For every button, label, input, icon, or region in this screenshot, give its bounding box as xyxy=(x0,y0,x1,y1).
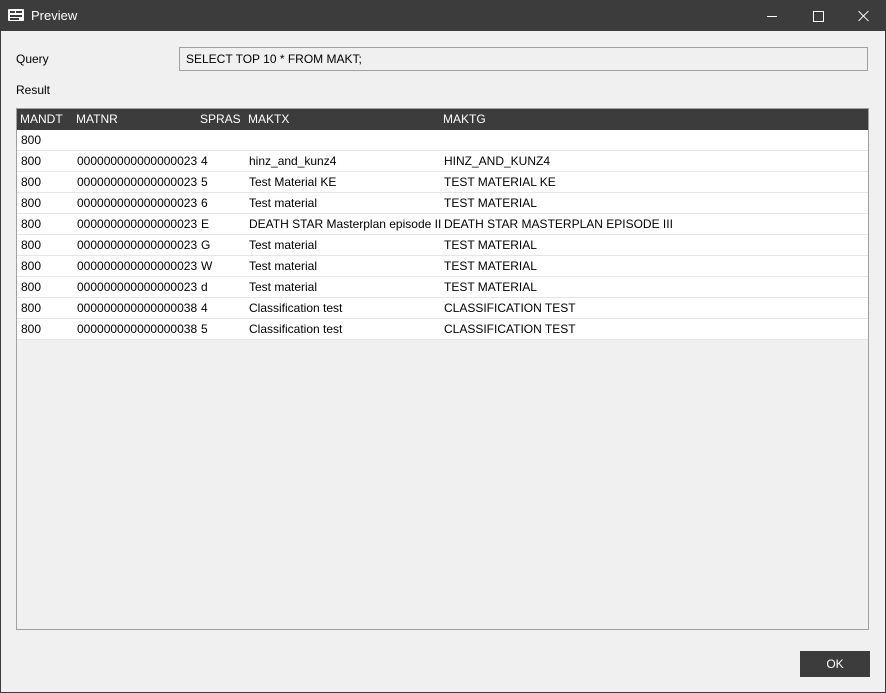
cell-matnr xyxy=(77,130,200,151)
table-row[interactable]: 800 000000000000000023 E DEATH STAR Masterp… xyxy=(17,214,868,235)
cell-mandt: 800 xyxy=(21,301,42,315)
cell-spras: 6 xyxy=(201,196,208,210)
cell-mandt: 800 xyxy=(21,322,42,336)
cell-maktg: DEATH STAR MASTERPLAN EPISODE III xyxy=(444,217,673,231)
cell-matnr: 000000000000000023 xyxy=(77,154,198,168)
cell-spras xyxy=(201,130,248,151)
cell-matnr: 000000000000000023 xyxy=(77,196,198,210)
cell-spras: 4 xyxy=(201,154,208,168)
minimize-button[interactable] xyxy=(749,1,795,31)
cell-spras: E xyxy=(201,217,210,231)
maximize-button[interactable] xyxy=(795,1,841,31)
close-icon xyxy=(858,10,870,22)
cell-matnr: 000000000000000038 xyxy=(77,322,198,336)
cell-matnr: 000000000000000023 xyxy=(77,238,198,252)
cell-matnr: 000000000000000023 xyxy=(77,217,198,231)
table-row[interactable]: 800 000000000000000023 G Test material TEST … xyxy=(17,235,868,256)
result-grid[interactable]: MANDT MATNR SPRAS MAKTX MAKTG 800 800 0000… xyxy=(16,108,869,630)
cell-maktx: Test Material KE xyxy=(249,175,337,189)
cell-maktx: Test material xyxy=(249,196,318,210)
table-row[interactable]: 800 000000000000000023 W Test material TEST … xyxy=(17,256,868,277)
cell-maktg: TEST MATERIAL xyxy=(444,280,537,294)
window-title: Preview xyxy=(31,8,78,23)
app-logo-icon xyxy=(8,9,24,21)
cell-maktg: TEST MATERIAL xyxy=(444,196,537,210)
column-header-mandt[interactable]: MANDT xyxy=(20,109,75,130)
cell-mandt: 800 xyxy=(21,238,42,252)
maximize-icon xyxy=(812,10,824,22)
close-button[interactable] xyxy=(841,1,886,31)
cell-maktg: CLASSIFICATION TEST xyxy=(444,322,576,336)
cell-maktx: Classification test xyxy=(249,322,343,336)
cell-mandt: 800 xyxy=(21,133,42,147)
column-header-spras[interactable]: SPRAS xyxy=(200,109,247,130)
table-row[interactable]: 800 000000000000000038 5 Classification tes… xyxy=(17,319,868,340)
cell-maktx: hinz_and_kunz4 xyxy=(249,154,337,168)
column-header-matnr[interactable]: MATNR xyxy=(76,109,199,130)
cell-matnr: 000000000000000023 xyxy=(77,175,198,189)
cell-maktx: Test material xyxy=(249,259,318,273)
cell-mandt: 800 xyxy=(21,217,42,231)
cell-mandt: 800 xyxy=(21,196,42,210)
ok-button[interactable]: OK xyxy=(800,651,870,677)
table-row[interactable]: 800 000000000000000023 5 Test Material KE TE… xyxy=(17,172,868,193)
table-row[interactable]: 800 000000000000000038 4 Classification tes… xyxy=(17,298,868,319)
cell-maktx: Test material xyxy=(249,280,318,294)
minimize-icon xyxy=(767,15,777,17)
grid-header: MANDT MATNR SPRAS MAKTX MAKTG xyxy=(17,109,868,130)
query-label: Query xyxy=(16,52,49,66)
cell-maktx: DEATH STAR Masterplan episode III xyxy=(249,217,442,231)
cell-spras: d xyxy=(201,280,208,294)
cell-maktx xyxy=(249,130,442,151)
cell-matnr: 000000000000000023 xyxy=(77,259,198,273)
cell-mandt: 800 xyxy=(21,259,42,273)
cell-mandt: 800 xyxy=(21,175,42,189)
cell-maktg xyxy=(444,130,844,151)
cell-mandt: 800 xyxy=(21,154,42,168)
cell-maktg: CLASSIFICATION TEST xyxy=(444,301,576,315)
cell-spras: 4 xyxy=(201,301,208,315)
cell-maktg: TEST MATERIAL xyxy=(444,259,537,273)
cell-maktx: Classification test xyxy=(249,301,343,315)
query-input[interactable]: SELECT TOP 10 * FROM MAKT; xyxy=(179,47,868,71)
cell-spras: W xyxy=(201,259,213,273)
cell-spras: 5 xyxy=(201,322,208,336)
title-bar[interactable]: Preview xyxy=(1,1,885,31)
cell-mandt: 800 xyxy=(21,280,42,294)
cell-maktg: TEST MATERIAL KE xyxy=(444,175,556,189)
column-header-maktg[interactable]: MAKTG xyxy=(443,109,843,130)
cell-matnr: 000000000000000038 xyxy=(77,301,198,315)
column-header-maktx[interactable]: MAKTX xyxy=(248,109,443,130)
cell-matnr: 000000000000000023 xyxy=(77,280,198,294)
table-row[interactable]: 800 xyxy=(17,130,868,151)
table-row[interactable]: 800 000000000000000023 d Test material TEST … xyxy=(17,277,868,298)
cell-maktg: TEST MATERIAL xyxy=(444,238,537,252)
table-row[interactable]: 800 000000000000000023 6 Test material TEST … xyxy=(17,193,868,214)
result-label: Result xyxy=(16,83,51,97)
cell-spras: G xyxy=(201,238,211,252)
cell-maktx: Test material xyxy=(249,238,318,252)
cell-spras: 5 xyxy=(201,175,208,189)
cell-maktg: HINZ_AND_KUNZ4 xyxy=(444,154,551,168)
grid-body: 800 800 000000000000000023 4 hinz_and_kunz4 H… xyxy=(17,130,868,340)
table-row[interactable]: 800 000000000000000023 4 hinz_and_kunz4 HINZ… xyxy=(17,151,868,172)
